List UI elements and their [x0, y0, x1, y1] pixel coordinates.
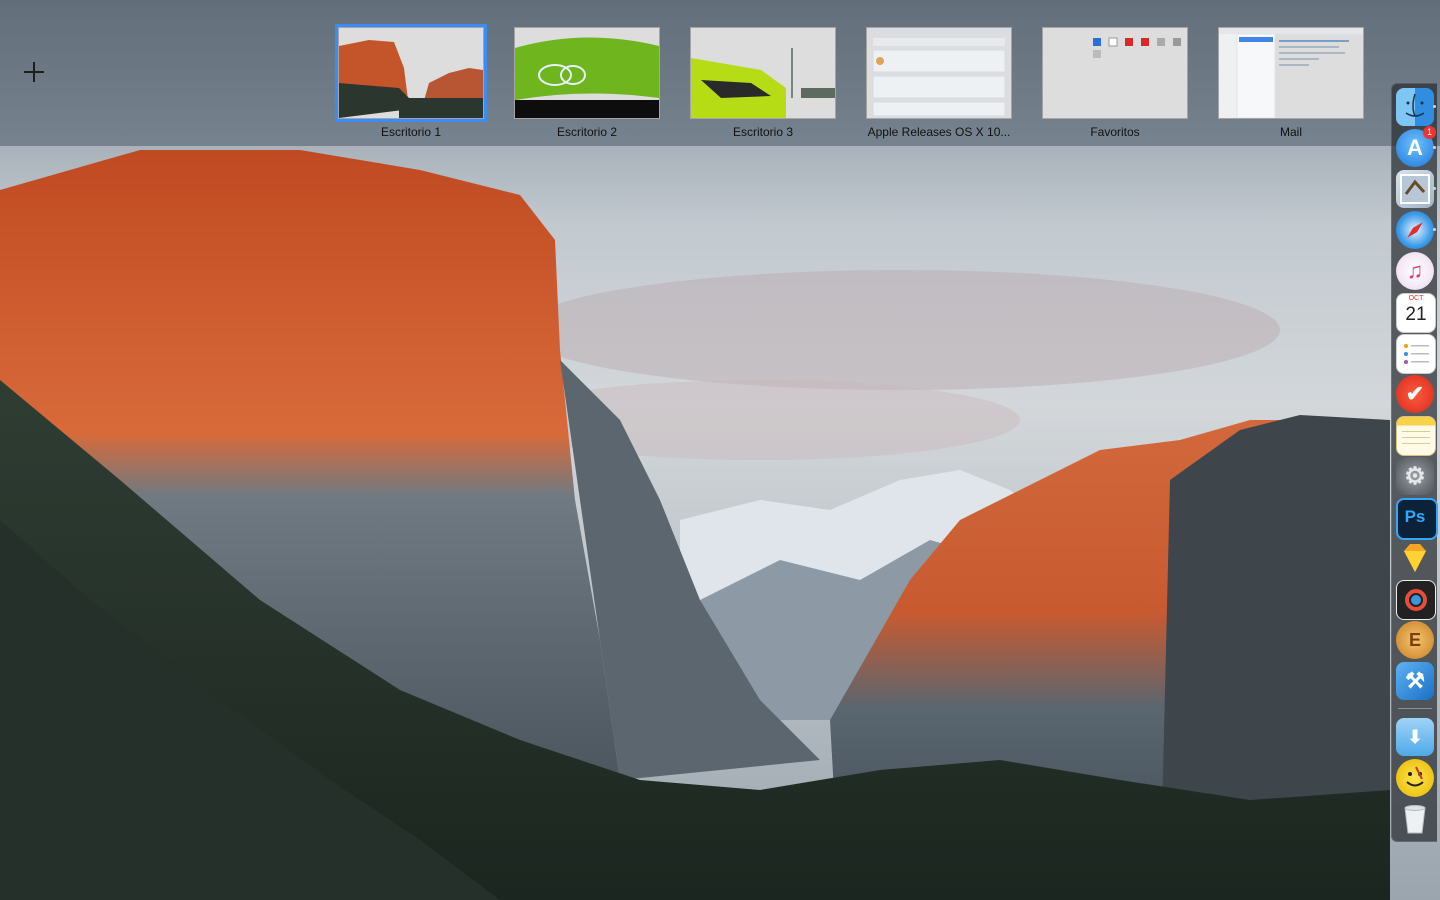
space-escritorio-3[interactable]: Escritorio 3: [690, 27, 836, 139]
system-preferences-icon[interactable]: ⚙: [1396, 457, 1434, 495]
space-thumbnail: [866, 27, 1012, 119]
space-thumbnail: [690, 27, 836, 119]
space-label: Escritorio 3: [732, 125, 794, 139]
space-label: Mail: [1279, 125, 1302, 139]
favorites-thumbnail-image: [1093, 37, 1181, 58]
running-indicator: [1433, 187, 1436, 190]
downloads-folder-icon[interactable]: ⬇: [1396, 718, 1434, 756]
notes-lines-icon: [1402, 431, 1430, 444]
notes-icon[interactable]: [1396, 416, 1436, 456]
el-capitan-thumbnail-image: [339, 40, 483, 118]
reminders-icon[interactable]: [1396, 334, 1436, 374]
mission-control-spaces-bar: Escritorio 1 Escritorio 2 Escritorio 3 A…: [0, 0, 1440, 146]
mail-stamp-icon: [1400, 174, 1430, 204]
finder-icon[interactable]: [1396, 88, 1434, 126]
notification-badge: 1: [1423, 126, 1436, 139]
espresso-e-icon: E: [1408, 629, 1421, 650]
ps-text-icon: Ps: [1404, 507, 1426, 526]
space-thumbnail: [335, 24, 487, 122]
space-mail[interactable]: Mail: [1218, 27, 1364, 139]
space-escritorio-2[interactable]: Escritorio 2: [514, 27, 660, 139]
reminders-list-icon: [1404, 344, 1429, 364]
photoshop-icon[interactable]: Ps: [1396, 498, 1438, 540]
calendar-day: 21: [1405, 304, 1427, 325]
dock: A 1 ♫ OCT 21 ✔ ⚙ Ps E ⚒ ⬇: [1391, 83, 1438, 842]
gear-icon: ⚙: [1404, 462, 1426, 490]
espresso-icon[interactable]: E: [1396, 621, 1434, 659]
finder-face-icon: [1405, 93, 1425, 117]
download-arrow-icon: ⬇: [1407, 726, 1423, 747]
calendar-icon[interactable]: OCT 21: [1396, 293, 1436, 333]
space-label: Escritorio 2: [556, 125, 618, 139]
space-label: Escritorio 1: [380, 125, 442, 139]
sketch-icon[interactable]: [1396, 539, 1434, 577]
running-indicator: [1433, 146, 1436, 149]
dock-separator: [1398, 708, 1432, 709]
smiley-face-icon: [1406, 766, 1424, 787]
space-label: Apple Releases OS X 10...: [867, 125, 1011, 139]
space-thumbnail: [514, 27, 660, 119]
hammer-icon: ⚒: [1405, 668, 1425, 693]
xcode-icon[interactable]: ⚒: [1396, 662, 1434, 700]
sketch-diamond-icon: [1404, 544, 1426, 572]
trash-icon[interactable]: [1396, 800, 1434, 838]
wunderlist-icon[interactable]: ✔: [1396, 375, 1434, 413]
mail-thumbnail-image: [1219, 28, 1363, 118]
space-apple-releases[interactable]: Apple Releases OS X 10...: [866, 27, 1012, 139]
space-thumbnail: [1042, 27, 1188, 119]
itunes-icon[interactable]: ♫: [1396, 252, 1434, 290]
running-indicator: [1433, 228, 1436, 231]
trash-can-icon: [1404, 805, 1426, 834]
app-store-icon[interactable]: A 1: [1396, 126, 1436, 167]
add-desktop-button[interactable]: [20, 58, 48, 86]
browser-page-thumbnail-image: [867, 28, 1011, 117]
color-wheel-icon: [1405, 589, 1427, 611]
space-escritorio-1[interactable]: Escritorio 1: [335, 24, 487, 139]
safari-compass-icon: [1407, 222, 1423, 238]
green-car-thumbnail-image: [515, 37, 659, 118]
calendar-month: OCT: [1408, 295, 1424, 302]
color-picker-icon[interactable]: [1396, 580, 1436, 620]
space-label: Favoritos: [1090, 125, 1140, 139]
watchmen-icon[interactable]: [1396, 759, 1434, 797]
lime-car-thumbnail-image: [691, 48, 835, 118]
mail-icon[interactable]: [1396, 170, 1434, 208]
music-note-icon: ♫: [1406, 258, 1424, 283]
running-indicator: [1433, 105, 1436, 108]
space-favoritos[interactable]: Favoritos: [1042, 27, 1188, 139]
space-thumbnail: [1218, 27, 1364, 119]
safari-icon[interactable]: [1396, 211, 1434, 249]
checkmark-icon: ✔: [1405, 381, 1425, 406]
